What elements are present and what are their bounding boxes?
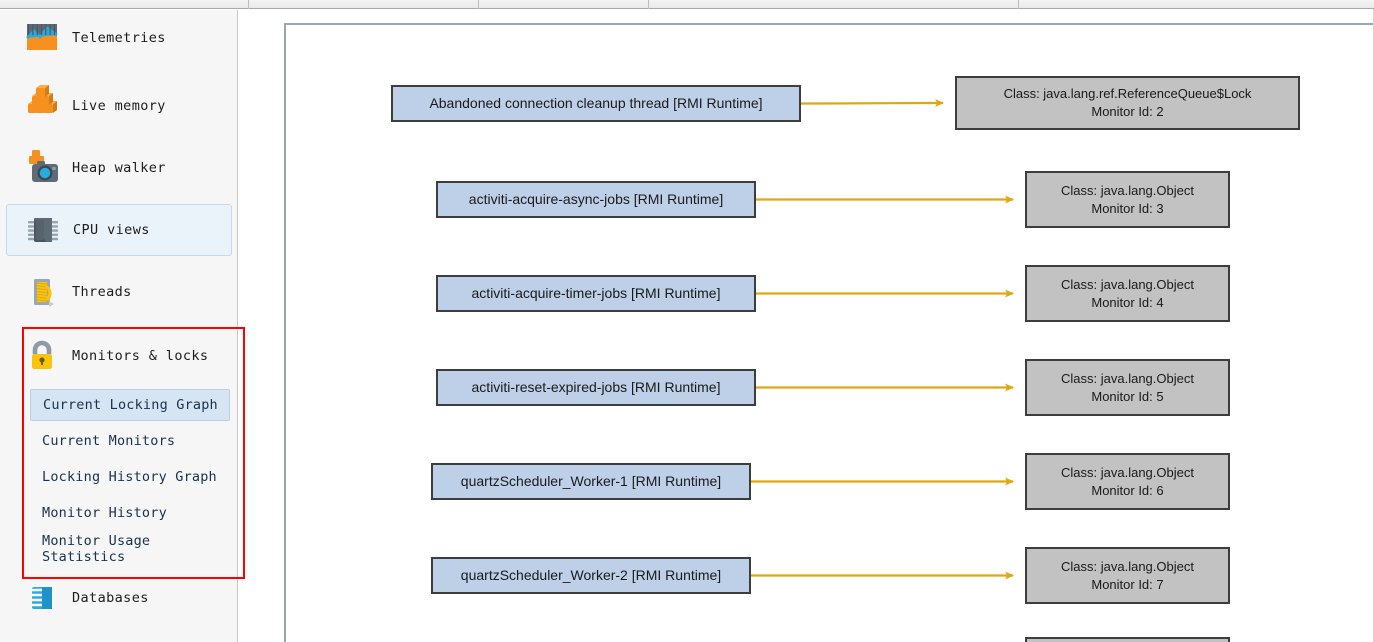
- monitor-node[interactable]: Class: java.lang.Object Monitor Id: 3: [1025, 171, 1230, 228]
- monitor-node[interactable]: [1025, 637, 1230, 642]
- monitor-class-label: Class: java.lang.ref.ReferenceQueue$Lock: [1003, 86, 1252, 102]
- monitor-node-text: Class: java.lang.Object Monitor Id: 7: [1061, 558, 1194, 593]
- monitor-node-text: Class: java.lang.Object Monitor Id: 6: [1061, 464, 1194, 499]
- monitor-id-label: Monitor Id: 4: [1091, 294, 1164, 310]
- thread-node[interactable]: activiti-reset-expired-jobs [RMI Runtime…: [436, 369, 756, 406]
- profiler-window: profiler TelemetriesLive memoryHeap walk…: [0, 0, 1374, 642]
- monitor-node[interactable]: Class: java.lang.ref.ReferenceQueue$Lock…: [955, 76, 1300, 130]
- monitor-node[interactable]: Class: java.lang.Object Monitor Id: 4: [1025, 265, 1230, 322]
- monitor-node[interactable]: Class: java.lang.Object Monitor Id: 6: [1025, 453, 1230, 510]
- monitor-node[interactable]: Class: java.lang.Object Monitor Id: 5: [1025, 359, 1230, 416]
- monitor-class-label: Class: java.lang.Object: [1061, 558, 1194, 574]
- monitor-id-label: Monitor Id: 5: [1091, 388, 1164, 404]
- thread-node[interactable]: activiti-acquire-timer-jobs [RMI Runtime…: [436, 275, 756, 312]
- monitor-class-label: Class: java.lang.Object: [1061, 370, 1194, 386]
- thread-node-label: activiti-acquire-async-jobs [RMI Runtime…: [468, 191, 724, 208]
- thread-node-label: quartzScheduler_Worker-2 [RMI Runtime]: [460, 567, 722, 584]
- monitor-node-text: Class: java.lang.Object Monitor Id: 3: [1061, 182, 1194, 217]
- thread-node[interactable]: quartzScheduler_Worker-1 [RMI Runtime]: [431, 463, 751, 500]
- monitor-class-label: Class: java.lang.Object: [1061, 464, 1194, 480]
- monitor-node[interactable]: Class: java.lang.Object Monitor Id: 7: [1025, 547, 1230, 604]
- thread-node-label: activiti-reset-expired-jobs [RMI Runtime…: [471, 379, 721, 396]
- monitor-id-label: Monitor Id: 3: [1091, 200, 1164, 216]
- graph-nodes-layer: Abandoned connection cleanup thread [RMI…: [0, 0, 1374, 642]
- monitor-id-label: Monitor Id: 6: [1091, 482, 1164, 498]
- monitor-node-text: Class: java.lang.Object Monitor Id: 5: [1061, 370, 1194, 405]
- thread-node-label: activiti-acquire-timer-jobs [RMI Runtime…: [471, 285, 721, 302]
- monitor-class-label: Class: java.lang.Object: [1061, 182, 1194, 198]
- thread-node-label: Abandoned connection cleanup thread [RMI…: [429, 95, 763, 112]
- thread-node[interactable]: Abandoned connection cleanup thread [RMI…: [391, 85, 801, 122]
- monitor-node-text: Class: java.lang.ref.ReferenceQueue$Lock…: [1004, 85, 1252, 120]
- thread-node-label: quartzScheduler_Worker-1 [RMI Runtime]: [460, 473, 722, 490]
- monitor-id-label: Monitor Id: 2: [1091, 104, 1164, 119]
- thread-node[interactable]: quartzScheduler_Worker-2 [RMI Runtime]: [431, 557, 751, 594]
- monitor-id-label: Monitor Id: 7: [1091, 576, 1164, 592]
- thread-node[interactable]: activiti-acquire-async-jobs [RMI Runtime…: [436, 181, 756, 218]
- monitor-node-text: Class: java.lang.Object Monitor Id: 4: [1061, 276, 1194, 311]
- monitor-class-label: Class: java.lang.Object: [1061, 276, 1194, 292]
